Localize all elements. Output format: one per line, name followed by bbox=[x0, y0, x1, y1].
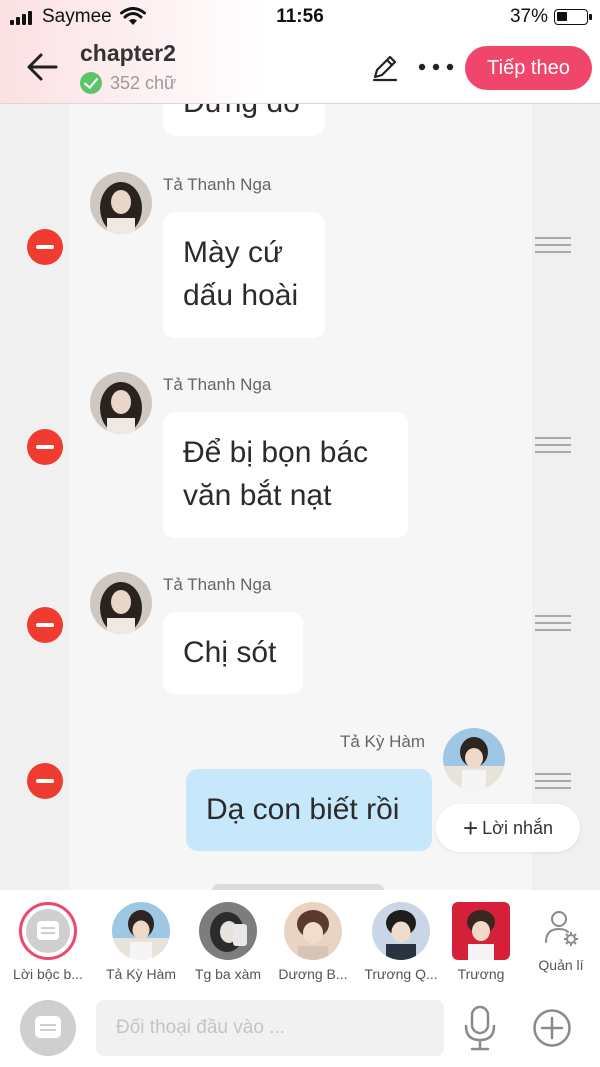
delete-icon[interactable] bbox=[27, 429, 63, 465]
message-line: Dạ con biết rồi bbox=[206, 793, 400, 826]
character-avatar bbox=[452, 902, 510, 960]
message-line: Chị sót bbox=[183, 636, 277, 669]
message-bubble[interactable]: Để bị bọn bác văn bắt nạt bbox=[163, 412, 408, 538]
character-strip: Lời bộc b... Tả Kỳ Hàm Tg ba xàm Dương B… bbox=[0, 890, 600, 992]
drag-handle-icon[interactable] bbox=[535, 437, 571, 457]
delete-icon[interactable] bbox=[27, 229, 63, 265]
add-note-button[interactable]: + Lời nhắn bbox=[436, 804, 580, 852]
narrator-icon bbox=[19, 902, 77, 960]
more-icon[interactable] bbox=[418, 58, 454, 76]
manage-button[interactable]: Quản lí bbox=[532, 908, 590, 973]
pencil-icon[interactable] bbox=[370, 52, 400, 82]
delete-icon[interactable] bbox=[27, 763, 63, 799]
add-circle-icon[interactable] bbox=[532, 1008, 572, 1048]
character-avatar bbox=[284, 902, 342, 960]
dialogue-input[interactable] bbox=[96, 1000, 444, 1056]
character-name: Tg ba xàm bbox=[194, 966, 262, 982]
avatar bbox=[90, 172, 152, 234]
message-bubble[interactable]: Chị sót bbox=[163, 612, 303, 694]
checkmark-icon bbox=[80, 72, 102, 94]
microphone-icon[interactable] bbox=[462, 1004, 498, 1052]
chat-bubble-icon[interactable] bbox=[20, 1000, 76, 1056]
sender-name: Tả Kỳ Hàm bbox=[340, 732, 426, 751]
character-name: Lời bộc b... bbox=[13, 966, 83, 982]
character-name: Dương B... bbox=[278, 966, 348, 982]
drag-handle-icon[interactable] bbox=[535, 237, 571, 257]
avatar bbox=[443, 728, 505, 790]
word-count: 352 chữ bbox=[80, 72, 176, 94]
character-avatar bbox=[372, 902, 430, 960]
input-bar bbox=[0, 992, 600, 1067]
character-name: Trương bbox=[457, 966, 505, 982]
delete-icon[interactable] bbox=[27, 607, 63, 643]
character-item[interactable]: Tg ba xàm bbox=[183, 902, 273, 982]
character-name: Trương Q... bbox=[364, 966, 438, 982]
character-name: Tả Kỳ Hàm bbox=[105, 966, 176, 982]
character-item[interactable]: Dương B... bbox=[268, 902, 358, 982]
back-arrow-icon[interactable] bbox=[24, 50, 60, 84]
message-bubble[interactable]: Mày cứ dấu hoài bbox=[163, 212, 325, 338]
message-line: văn bắt nạt bbox=[183, 479, 332, 512]
sender-name: Tả Thanh Nga bbox=[163, 575, 272, 594]
message-line: Để bị bọn bác bbox=[183, 436, 369, 469]
word-count-label: 352 chữ bbox=[110, 72, 177, 93]
avatar bbox=[90, 572, 152, 634]
avatar bbox=[90, 372, 152, 434]
character-avatar bbox=[112, 902, 170, 960]
drag-handle-icon[interactable] bbox=[535, 773, 571, 793]
battery-percent: 37% bbox=[509, 6, 548, 27]
add-note-label: Lời nhắn bbox=[482, 817, 554, 838]
chapter-title: chapter2 bbox=[80, 40, 176, 66]
message-line: Đừng đó bbox=[183, 104, 305, 124]
plus-icon: + bbox=[462, 813, 479, 843]
character-item[interactable]: Tả Kỳ Hàm bbox=[96, 902, 186, 982]
manage-label: Quản lí bbox=[538, 957, 584, 973]
sender-name: Tả Thanh Nga bbox=[163, 175, 272, 194]
battery-icon bbox=[554, 9, 592, 25]
character-item[interactable]: Trương Q... bbox=[356, 902, 446, 982]
sender-name: Tả Thanh Nga bbox=[163, 375, 272, 394]
status-bar: Saymee 11:56 37% bbox=[0, 0, 600, 34]
top-bar: Saymee 11:56 37% chapter2 352 chữ Tiếp t… bbox=[0, 0, 600, 104]
chat-area[interactable]: Đừng đó Tả Thanh Nga Mày cứ dấu hoài Tả … bbox=[0, 104, 600, 890]
character-item[interactable]: Trương bbox=[436, 902, 526, 982]
message-bubble[interactable]: Đừng đó bbox=[163, 104, 325, 136]
character-avatar bbox=[199, 902, 257, 960]
message-line: dấu hoài bbox=[183, 279, 299, 312]
message-bubble[interactable]: Dạ con biết rồi bbox=[186, 769, 432, 851]
person-gear-icon bbox=[545, 911, 578, 946]
character-narrator[interactable]: Lời bộc b... bbox=[3, 902, 93, 982]
drag-handle-icon[interactable] bbox=[535, 615, 571, 635]
message-line: Mày cứ bbox=[183, 236, 284, 269]
next-button[interactable]: Tiếp theo bbox=[465, 46, 592, 90]
